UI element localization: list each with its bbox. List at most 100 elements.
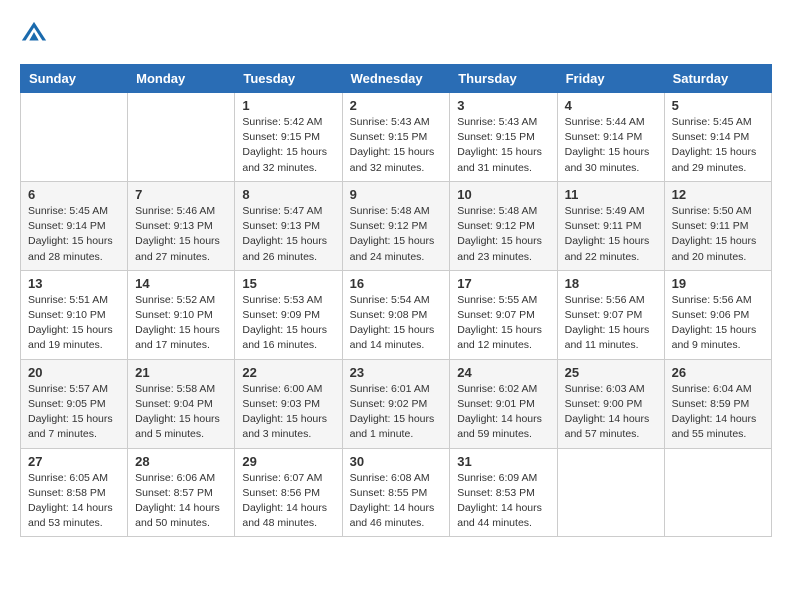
calendar-cell: 17 Sunrise: 5:55 AM Sunset: 9:07 PM Dayli… xyxy=(450,270,557,359)
calendar-day-header: Friday xyxy=(557,65,664,93)
calendar-cell xyxy=(557,448,664,537)
day-number: 17 xyxy=(457,276,549,291)
calendar-cell: 8 Sunrise: 5:47 AM Sunset: 9:13 PM Daylig… xyxy=(235,181,342,270)
day-number: 4 xyxy=(565,98,657,113)
calendar-cell: 27 Sunrise: 6:05 AM Sunset: 8:58 PM Dayli… xyxy=(21,448,128,537)
day-detail: Sunrise: 5:56 AM Sunset: 9:07 PM Dayligh… xyxy=(565,293,657,354)
day-number: 20 xyxy=(28,365,120,380)
day-detail: Sunrise: 5:45 AM Sunset: 9:14 PM Dayligh… xyxy=(672,115,764,176)
day-detail: Sunrise: 5:50 AM Sunset: 9:11 PM Dayligh… xyxy=(672,204,764,265)
day-number: 21 xyxy=(135,365,227,380)
day-number: 11 xyxy=(565,187,657,202)
day-detail: Sunrise: 5:57 AM Sunset: 9:05 PM Dayligh… xyxy=(28,382,120,443)
day-number: 8 xyxy=(242,187,334,202)
calendar-day-header: Monday xyxy=(128,65,235,93)
day-number: 13 xyxy=(28,276,120,291)
day-detail: Sunrise: 6:04 AM Sunset: 8:59 PM Dayligh… xyxy=(672,382,764,443)
day-number: 3 xyxy=(457,98,549,113)
day-detail: Sunrise: 5:52 AM Sunset: 9:10 PM Dayligh… xyxy=(135,293,227,354)
calendar-cell: 19 Sunrise: 5:56 AM Sunset: 9:06 PM Dayli… xyxy=(664,270,771,359)
calendar-header-row: SundayMondayTuesdayWednesdayThursdayFrid… xyxy=(21,65,772,93)
calendar-cell: 15 Sunrise: 5:53 AM Sunset: 9:09 PM Dayli… xyxy=(235,270,342,359)
logo xyxy=(20,20,52,48)
calendar-cell: 2 Sunrise: 5:43 AM Sunset: 9:15 PM Daylig… xyxy=(342,93,450,182)
day-number: 7 xyxy=(135,187,227,202)
calendar-week-row: 27 Sunrise: 6:05 AM Sunset: 8:58 PM Dayli… xyxy=(21,448,772,537)
day-number: 14 xyxy=(135,276,227,291)
calendar-cell: 7 Sunrise: 5:46 AM Sunset: 9:13 PM Daylig… xyxy=(128,181,235,270)
day-number: 30 xyxy=(350,454,443,469)
calendar-cell: 20 Sunrise: 5:57 AM Sunset: 9:05 PM Dayli… xyxy=(21,359,128,448)
day-number: 6 xyxy=(28,187,120,202)
day-number: 29 xyxy=(242,454,334,469)
calendar-week-row: 6 Sunrise: 5:45 AM Sunset: 9:14 PM Daylig… xyxy=(21,181,772,270)
day-number: 2 xyxy=(350,98,443,113)
calendar-cell: 25 Sunrise: 6:03 AM Sunset: 9:00 PM Dayli… xyxy=(557,359,664,448)
calendar-cell: 16Sunrise: 5:54 AM Sunset: 9:08 PM Dayli… xyxy=(342,270,450,359)
day-number: 19 xyxy=(672,276,764,291)
day-detail: Sunrise: 5:56 AM Sunset: 9:06 PM Dayligh… xyxy=(672,293,764,354)
calendar-day-header: Tuesday xyxy=(235,65,342,93)
day-detail: Sunrise: 5:55 AM Sunset: 9:07 PM Dayligh… xyxy=(457,293,549,354)
calendar-cell: 6 Sunrise: 5:45 AM Sunset: 9:14 PM Daylig… xyxy=(21,181,128,270)
day-detail: Sunrise: 5:46 AM Sunset: 9:13 PM Dayligh… xyxy=(135,204,227,265)
day-number: 16 xyxy=(350,276,443,291)
calendar-cell: 11 Sunrise: 5:49 AM Sunset: 9:11 PM Dayli… xyxy=(557,181,664,270)
calendar-cell: 30 Sunrise: 6:08 AM Sunset: 8:55 PM Dayli… xyxy=(342,448,450,537)
calendar-cell xyxy=(664,448,771,537)
calendar-cell: 31 Sunrise: 6:09 AM Sunset: 8:53 PM Dayli… xyxy=(450,448,557,537)
calendar-cell: 5 Sunrise: 5:45 AM Sunset: 9:14 PM Daylig… xyxy=(664,93,771,182)
day-number: 12 xyxy=(672,187,764,202)
logo-icon xyxy=(20,20,48,48)
day-detail: Sunrise: 6:05 AM Sunset: 8:58 PM Dayligh… xyxy=(28,471,120,532)
calendar-cell: 23Sunrise: 6:01 AM Sunset: 9:02 PM Dayli… xyxy=(342,359,450,448)
day-number: 18 xyxy=(565,276,657,291)
calendar-cell: 12 Sunrise: 5:50 AM Sunset: 9:11 PM Dayli… xyxy=(664,181,771,270)
day-detail: Sunrise: 6:03 AM Sunset: 9:00 PM Dayligh… xyxy=(565,382,657,443)
day-detail: Sunrise: 5:48 AM Sunset: 9:12 PM Dayligh… xyxy=(350,204,443,265)
day-number: 28 xyxy=(135,454,227,469)
day-detail: Sunrise: 5:43 AM Sunset: 9:15 PM Dayligh… xyxy=(457,115,549,176)
day-number: 10 xyxy=(457,187,549,202)
calendar-day-header: Saturday xyxy=(664,65,771,93)
day-detail: Sunrise: 6:08 AM Sunset: 8:55 PM Dayligh… xyxy=(350,471,443,532)
day-detail: Sunrise: 5:58 AM Sunset: 9:04 PM Dayligh… xyxy=(135,382,227,443)
day-detail: Sunrise: 5:43 AM Sunset: 9:15 PM Dayligh… xyxy=(350,115,443,176)
calendar-cell: 1 Sunrise: 5:42 AM Sunset: 9:15 PM Daylig… xyxy=(235,93,342,182)
calendar-cell: 24 Sunrise: 6:02 AM Sunset: 9:01 PM Dayli… xyxy=(450,359,557,448)
day-number: 25 xyxy=(565,365,657,380)
day-detail: Sunrise: 5:42 AM Sunset: 9:15 PM Dayligh… xyxy=(242,115,334,176)
day-detail: Sunrise: 6:02 AM Sunset: 9:01 PM Dayligh… xyxy=(457,382,549,443)
day-detail: Sunrise: 6:07 AM Sunset: 8:56 PM Dayligh… xyxy=(242,471,334,532)
day-number: 9 xyxy=(350,187,443,202)
day-detail: Sunrise: 5:47 AM Sunset: 9:13 PM Dayligh… xyxy=(242,204,334,265)
day-number: 31 xyxy=(457,454,549,469)
day-number: 24 xyxy=(457,365,549,380)
calendar-cell: 10Sunrise: 5:48 AM Sunset: 9:12 PM Dayli… xyxy=(450,181,557,270)
calendar-week-row: 20 Sunrise: 5:57 AM Sunset: 9:05 PM Dayli… xyxy=(21,359,772,448)
day-detail: Sunrise: 5:44 AM Sunset: 9:14 PM Dayligh… xyxy=(565,115,657,176)
calendar-cell: 21 Sunrise: 5:58 AM Sunset: 9:04 PM Dayli… xyxy=(128,359,235,448)
day-number: 15 xyxy=(242,276,334,291)
calendar-week-row: 1 Sunrise: 5:42 AM Sunset: 9:15 PM Daylig… xyxy=(21,93,772,182)
day-detail: Sunrise: 6:06 AM Sunset: 8:57 PM Dayligh… xyxy=(135,471,227,532)
day-number: 23 xyxy=(350,365,443,380)
day-number: 5 xyxy=(672,98,764,113)
day-detail: Sunrise: 5:49 AM Sunset: 9:11 PM Dayligh… xyxy=(565,204,657,265)
day-detail: Sunrise: 5:51 AM Sunset: 9:10 PM Dayligh… xyxy=(28,293,120,354)
calendar-cell: 29 Sunrise: 6:07 AM Sunset: 8:56 PM Dayli… xyxy=(235,448,342,537)
calendar-cell: 14 Sunrise: 5:52 AM Sunset: 9:10 PM Dayli… xyxy=(128,270,235,359)
calendar-cell: 26Sunrise: 6:04 AM Sunset: 8:59 PM Dayli… xyxy=(664,359,771,448)
day-detail: Sunrise: 5:45 AM Sunset: 9:14 PM Dayligh… xyxy=(28,204,120,265)
calendar-table: SundayMondayTuesdayWednesdayThursdayFrid… xyxy=(20,64,772,537)
day-detail: Sunrise: 6:00 AM Sunset: 9:03 PM Dayligh… xyxy=(242,382,334,443)
calendar-week-row: 13 Sunrise: 5:51 AM Sunset: 9:10 PM Dayli… xyxy=(21,270,772,359)
calendar-day-header: Sunday xyxy=(21,65,128,93)
day-number: 1 xyxy=(242,98,334,113)
day-number: 27 xyxy=(28,454,120,469)
day-number: 22 xyxy=(242,365,334,380)
day-detail: Sunrise: 6:09 AM Sunset: 8:53 PM Dayligh… xyxy=(457,471,549,532)
day-detail: Sunrise: 5:53 AM Sunset: 9:09 PM Dayligh… xyxy=(242,293,334,354)
calendar-cell: 28 Sunrise: 6:06 AM Sunset: 8:57 PM Dayli… xyxy=(128,448,235,537)
calendar-cell xyxy=(128,93,235,182)
